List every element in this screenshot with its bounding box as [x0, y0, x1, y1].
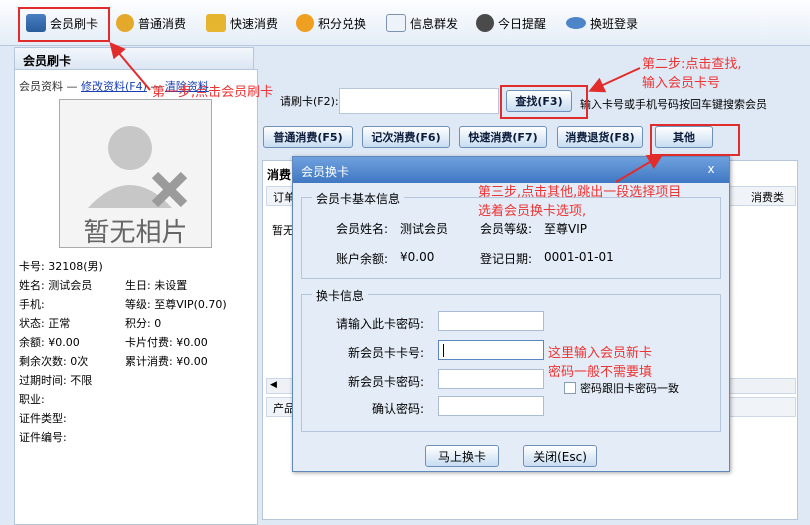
step1-arrow — [109, 41, 151, 91]
step2-arrow — [588, 67, 641, 93]
step3-arrow — [615, 153, 664, 183]
annotation-arrows — [109, 41, 664, 183]
